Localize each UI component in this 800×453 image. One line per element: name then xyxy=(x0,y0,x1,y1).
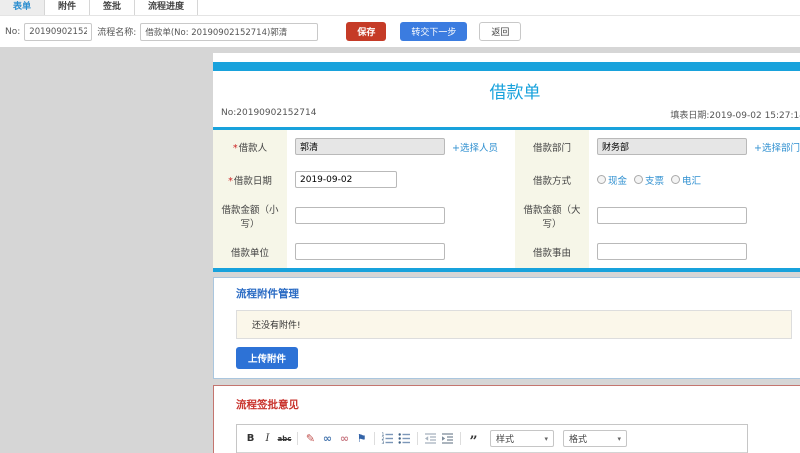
field-department: 借款部门 +选择部门 xyxy=(515,130,800,163)
field-loan-date: *借款日期 xyxy=(213,163,515,196)
command-bar: No: 流程名称: 保存 转交下一步 返回 xyxy=(0,16,800,47)
link-icon[interactable]: ∞ xyxy=(320,431,335,446)
indent-icon[interactable] xyxy=(440,431,455,446)
select-person-link[interactable]: +选择人员 xyxy=(452,140,498,154)
radio-check[interactable] xyxy=(634,175,644,184)
format-dropdown-value: 格式 xyxy=(569,435,588,445)
loan-unit-input[interactable] xyxy=(295,243,445,260)
form-number: No:20190902152714 xyxy=(221,108,317,118)
remove-format-icon[interactable]: ✎ xyxy=(303,431,318,446)
borrower-label: *借款人 xyxy=(232,142,268,154)
attachment-section-title: 流程附件管理 xyxy=(236,288,299,300)
form-meta-row: No:20190902152714 填表日期:2019-09-02 15:27:… xyxy=(213,108,800,127)
content-area: 借款单 No:20190902152714 填表日期:2019-09-02 15… xyxy=(0,47,800,453)
loan-reason-label: 借款事由 xyxy=(515,235,589,268)
anchor-icon[interactable]: ⚑ xyxy=(354,431,369,446)
radio-cash[interactable] xyxy=(597,175,606,184)
toolbar-separator xyxy=(417,432,418,445)
radio-check-label[interactable]: 支票 xyxy=(645,173,664,187)
field-loan-reason: 借款事由 xyxy=(515,235,800,268)
no-input[interactable] xyxy=(24,22,93,41)
radio-wire-label[interactable]: 电汇 xyxy=(682,173,701,187)
ordered-list-icon[interactable]: 123 xyxy=(380,431,395,446)
loan-method-label: 借款方式 xyxy=(515,163,589,196)
toolbar-separator xyxy=(297,432,298,445)
borrower-input[interactable] xyxy=(295,138,445,155)
italic-icon[interactable]: I xyxy=(260,431,275,446)
form-grid: *借款人 +选择人员 借款部门 +选择部门 *借款日期 xyxy=(213,130,800,268)
save-button[interactable]: 保存 xyxy=(346,22,387,41)
tab-bar: 表单 附件 签批 流程进度 xyxy=(0,0,800,16)
forward-next-step-button[interactable]: 转交下一步 xyxy=(400,22,468,41)
required-asterisk: * xyxy=(232,142,238,154)
tab-approval[interactable]: 签批 xyxy=(90,0,136,15)
process-name-label: 流程名称: xyxy=(97,28,137,38)
unlink-icon[interactable]: ∞ xyxy=(337,431,352,446)
bottom-accent-bar xyxy=(213,268,800,272)
no-label: No: xyxy=(5,26,21,37)
main-panel: 借款单 No:20190902152714 填表日期:2019-09-02 15… xyxy=(213,53,800,453)
amount-upper-label: 借款金额（大写） xyxy=(515,196,589,235)
toolbar-separator xyxy=(460,432,461,445)
outdent-icon[interactable] xyxy=(423,431,438,446)
loan-unit-label: 借款单位 xyxy=(213,235,287,268)
blockquote-icon[interactable]: ” xyxy=(466,431,481,449)
amount-lower-label: 借款金额（小写） xyxy=(213,196,287,235)
chevron-down-icon: ▾ xyxy=(544,434,548,443)
field-amount-upper: 借款金额（大写） xyxy=(515,196,800,235)
process-name-input[interactable] xyxy=(140,22,319,41)
rich-text-editor: B I abc ✎ ∞ ∞ ⚑ 123 ” 样式 ▾ 格式 ▾ xyxy=(236,424,748,453)
loan-reason-input[interactable] xyxy=(597,243,747,260)
styles-dropdown[interactable]: 样式 ▾ xyxy=(490,430,554,447)
loan-date-input[interactable] xyxy=(295,171,397,188)
approval-section-title: 流程签批意见 xyxy=(236,399,299,411)
attachment-panel: 流程附件管理 还没有附件! 上传附件 xyxy=(213,277,800,379)
field-loan-method: 借款方式 现金 支票 电汇 xyxy=(515,163,800,196)
amount-lower-input[interactable] xyxy=(295,207,445,224)
bold-icon[interactable]: B xyxy=(243,431,258,446)
approval-panel: 流程签批意见 B I abc ✎ ∞ ∞ ⚑ 123 ” 样式 ▾ 格式 ▾ xyxy=(213,385,800,453)
department-label: 借款部门 xyxy=(515,130,589,163)
required-asterisk: * xyxy=(228,175,233,187)
svg-text:3: 3 xyxy=(382,440,385,445)
loan-form-panel: 借款单 No:20190902152714 填表日期:2019-09-02 15… xyxy=(213,53,800,272)
upload-attachment-button[interactable]: 上传附件 xyxy=(236,347,299,369)
tab-form[interactable]: 表单 xyxy=(0,0,46,15)
field-borrower: *借款人 +选择人员 xyxy=(213,130,515,163)
tab-attachment[interactable]: 附件 xyxy=(45,0,91,15)
editor-toolbar: B I abc ✎ ∞ ∞ ⚑ 123 ” 样式 ▾ 格式 ▾ xyxy=(237,425,747,453)
loan-method-radio-group: 现金 支票 电汇 xyxy=(597,173,701,187)
back-button[interactable]: 返回 xyxy=(479,22,522,41)
fill-date: 填表日期:2019-09-02 15:27:14 xyxy=(670,111,800,121)
bullet-list-icon[interactable] xyxy=(397,431,412,446)
amount-upper-input[interactable] xyxy=(597,207,747,224)
strikethrough-icon[interactable]: abc xyxy=(277,431,292,446)
department-input[interactable] xyxy=(597,138,747,155)
tab-process-progress[interactable]: 流程进度 xyxy=(135,0,199,15)
field-amount-lower: 借款金额（小写） xyxy=(213,196,515,235)
radio-cash-label[interactable]: 现金 xyxy=(608,173,627,187)
page-title: 借款单 xyxy=(489,83,541,103)
top-accent-bar xyxy=(213,62,800,71)
field-loan-unit: 借款单位 xyxy=(213,235,515,268)
chevron-down-icon: ▾ xyxy=(617,434,621,443)
format-dropdown[interactable]: 格式 ▾ xyxy=(563,430,627,447)
radio-wire[interactable] xyxy=(671,175,681,184)
toolbar-separator xyxy=(374,432,375,445)
loan-date-label: *借款日期 xyxy=(228,175,272,187)
styles-dropdown-value: 样式 xyxy=(496,435,515,445)
attachment-empty-notice: 还没有附件! xyxy=(236,310,792,339)
select-department-link[interactable]: +选择部门 xyxy=(754,140,800,154)
